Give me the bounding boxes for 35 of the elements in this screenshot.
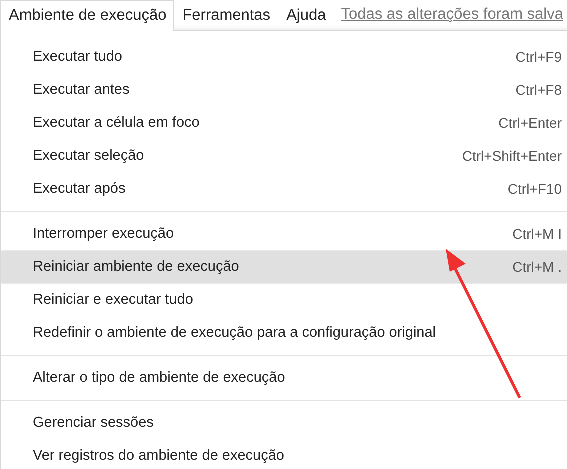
menu-item[interactable]: Reiniciar e executar tudo bbox=[1, 283, 567, 317]
menu-item-label: Executar a célula em foco bbox=[33, 115, 200, 131]
menu-item[interactable]: Redefinir o ambiente de execução para a configuração original bbox=[1, 316, 567, 350]
menu-tab[interactable]: Ferramentas bbox=[174, 0, 278, 31]
menu-item-label: Executar tudo bbox=[33, 49, 122, 65]
menu-item-label: Gerenciar sessões bbox=[33, 415, 154, 431]
menu-item-label: Interromper execução bbox=[33, 226, 174, 242]
menu-item[interactable]: Ver registros do ambiente de execução bbox=[1, 439, 567, 469]
shortcut-label: Ctrl+F10 bbox=[508, 181, 562, 197]
shortcut-label: Ctrl+Enter bbox=[498, 115, 562, 131]
menu-item-label: Reiniciar e executar tudo bbox=[33, 292, 194, 308]
menu-item[interactable]: Interromper execução Ctrl+M I bbox=[1, 217, 567, 251]
menu-item-label: Alterar o tipo de ambiente de execução bbox=[33, 370, 286, 386]
shortcut-label: Ctrl+F8 bbox=[516, 82, 562, 98]
menu-item-label: Reiniciar ambiente de execução bbox=[33, 259, 240, 275]
menu-item-label: Executar antes bbox=[33, 82, 130, 98]
shortcut-label: Ctrl+M . bbox=[512, 259, 562, 275]
menu-item-label: Ver registros do ambiente de execução bbox=[33, 448, 284, 464]
menu-item-label: Redefinir o ambiente de execução para a configuração original bbox=[33, 325, 436, 341]
menu-item[interactable]: Executar tudo Ctrl+F9 bbox=[1, 40, 567, 74]
menu-item[interactable]: Reiniciar ambiente de execução Ctrl+M . bbox=[1, 250, 567, 284]
menu-item[interactable]: Alterar o tipo de ambiente de execução bbox=[1, 361, 567, 395]
menu-item[interactable]: Executar seleção Ctrl+Shift+Enter bbox=[1, 139, 567, 173]
shortcut-label: Ctrl+Shift+Enter bbox=[462, 148, 562, 164]
menu-item-label: Executar após bbox=[33, 181, 126, 197]
menu-tab[interactable]: Ajuda bbox=[278, 0, 334, 31]
shortcut-label: Ctrl+M I bbox=[512, 226, 562, 242]
save-status-link[interactable]: Todas as alterações foram salva bbox=[341, 0, 564, 30]
menu-item[interactable]: Gerenciar sessões bbox=[1, 406, 567, 440]
menu-item-label: Executar seleção bbox=[33, 148, 144, 164]
shortcut-label: Ctrl+F9 bbox=[516, 49, 562, 65]
menu-item[interactable]: Executar após Ctrl+F10 bbox=[1, 172, 567, 206]
menu-item[interactable]: Executar antes Ctrl+F8 bbox=[1, 73, 567, 107]
menu-tab[interactable]: Ambiente de execução bbox=[0, 0, 174, 31]
menu-item[interactable]: Executar a célula em foco Ctrl+Enter bbox=[1, 106, 567, 140]
